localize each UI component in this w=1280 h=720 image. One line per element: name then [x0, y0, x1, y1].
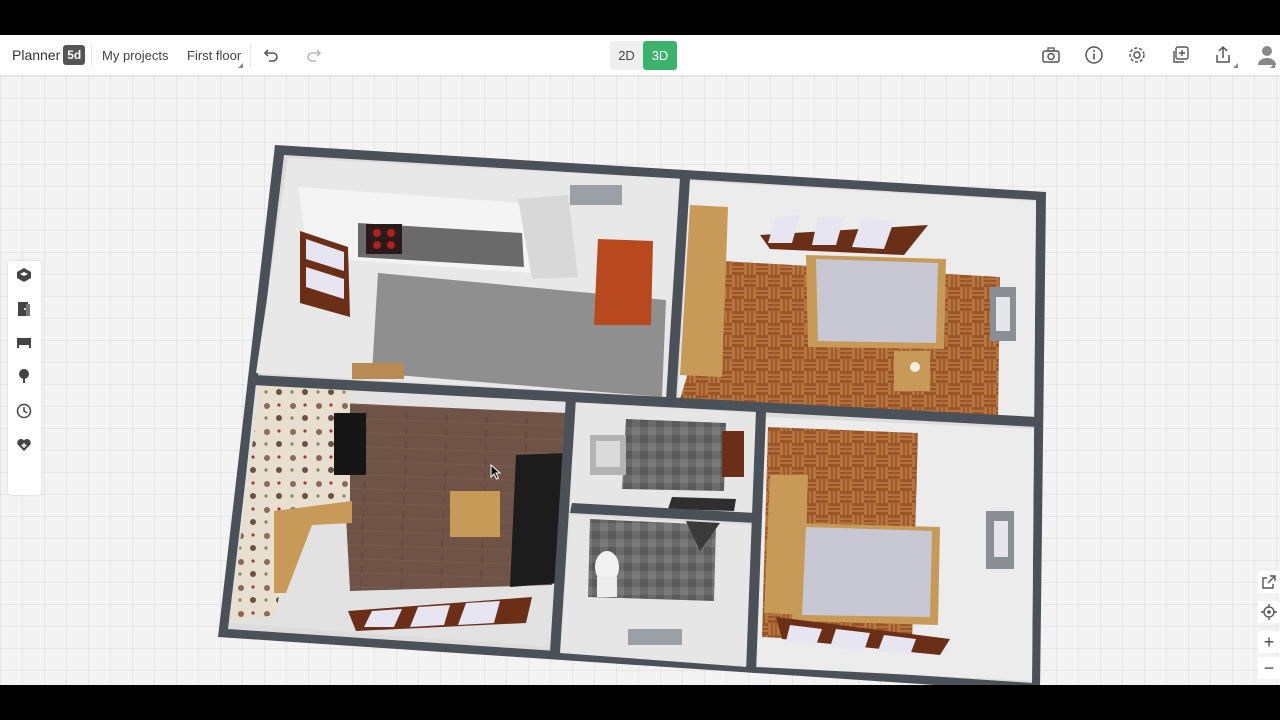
duplicate-icon[interactable]	[1169, 44, 1191, 66]
undo-icon[interactable]	[260, 44, 282, 66]
planner5d-logo[interactable]: Planner 5d	[12, 45, 86, 65]
zoom-in-button[interactable]: +	[1258, 631, 1280, 653]
share-dropdown-caret-icon[interactable]	[1233, 63, 1238, 68]
toolbar-divider	[91, 43, 92, 67]
construction-icon[interactable]	[14, 265, 34, 285]
expand-icon[interactable]	[1258, 571, 1280, 593]
planner-app: Planner 5d My projects First floor 2D 3D	[0, 35, 1280, 685]
doors-windows-icon[interactable]	[14, 299, 34, 319]
user-dropdown-caret-icon[interactable]	[1270, 63, 1275, 68]
settings-icon[interactable]	[1126, 44, 1148, 66]
floor-selector[interactable]: First floor	[187, 48, 241, 63]
top-toolbar: Planner 5d My projects First floor 2D 3D	[0, 35, 1280, 76]
furniture-icon[interactable]	[14, 332, 34, 352]
history-icon[interactable]	[14, 401, 34, 421]
floor-dropdown-caret-icon[interactable]	[238, 63, 243, 68]
mode-3d-button[interactable]: 3D	[643, 41, 677, 70]
mode-2d-button[interactable]: 2D	[610, 41, 643, 70]
left-tool-panel	[8, 261, 41, 495]
share-icon[interactable]	[1212, 44, 1234, 66]
plants-icon[interactable]	[14, 366, 34, 386]
favorites-icon[interactable]	[14, 435, 34, 455]
logo-text: Planner	[12, 47, 61, 63]
camera-icon[interactable]	[1040, 44, 1062, 66]
toolbar-divider	[250, 43, 251, 67]
locate-icon[interactable]	[1258, 601, 1280, 623]
mouse-cursor-icon	[490, 464, 502, 480]
my-projects-link[interactable]: My projects	[102, 48, 168, 63]
floor-plan-3d-view[interactable]	[0, 76, 1280, 685]
zoom-out-button[interactable]: −	[1258, 657, 1280, 679]
redo-icon[interactable]	[303, 44, 325, 66]
info-icon[interactable]	[1083, 44, 1105, 66]
logo-badge: 5d	[63, 45, 86, 65]
